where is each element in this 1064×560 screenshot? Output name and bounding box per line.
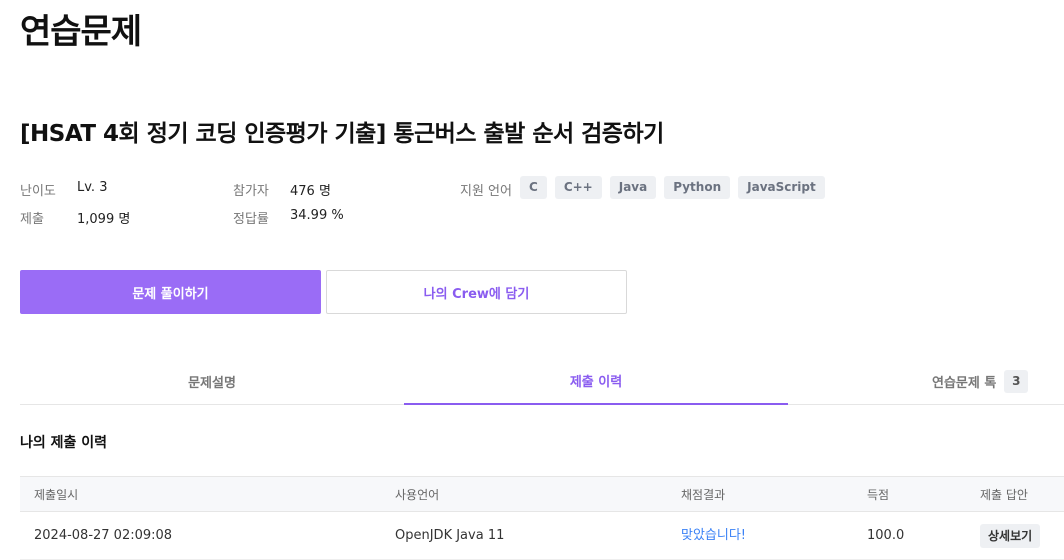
- column-header-answer: 제출 답안: [980, 488, 1028, 502]
- cell-language: OpenJDK Java 11: [395, 528, 505, 543]
- language-chip: Java: [609, 176, 657, 199]
- language-chip: JavaScript: [738, 176, 825, 199]
- tab-bar: 문제설명 제출 이력 연습문제 톡 3: [20, 358, 1064, 405]
- submission-history-table: 제출일시 사용언어 채점결과 득점 제출 답안 2024-08-27 02:09…: [20, 476, 1064, 560]
- language-chip: C: [520, 176, 547, 199]
- submissions-label: 제출: [20, 212, 44, 227]
- tab-label: 문제설명: [188, 376, 236, 391]
- language-chip: Python: [664, 176, 731, 199]
- problem-title: [HSAT 4회 정기 코딩 인증평가 기출] 통근버스 출발 순서 검증하기: [20, 121, 664, 147]
- column-header-score: 득점: [867, 488, 890, 502]
- cell-score: 100.0: [867, 528, 905, 543]
- tab-description[interactable]: 문제설명: [20, 358, 404, 405]
- tab-submission-history[interactable]: 제출 이력: [404, 358, 788, 405]
- accuracy-value: 34.99 %: [290, 208, 344, 223]
- column-header-submitted-at: 제출일시: [34, 488, 79, 502]
- cell-result-link[interactable]: 맞았습니다!: [681, 512, 746, 560]
- tab-label: 연습문제 톡: [932, 376, 997, 391]
- add-to-crew-button[interactable]: 나의 Crew에 담기: [326, 270, 627, 314]
- submissions-value: 1,099 명: [77, 212, 131, 227]
- language-chips: C C++ Java Python JavaScript: [520, 176, 825, 199]
- participants-value: 476 명: [290, 184, 331, 199]
- difficulty-label: 난이도: [20, 184, 56, 199]
- tab-practice-talk[interactable]: 연습문제 톡 3: [788, 358, 1064, 405]
- accuracy-label: 정답률: [233, 212, 269, 227]
- view-details-button[interactable]: 상세보기: [980, 524, 1041, 548]
- solve-problem-button[interactable]: 문제 풀이하기: [20, 270, 321, 314]
- table-row: 2024-08-27 02:09:08 OpenJDK Java 11 맞았습니…: [20, 512, 1064, 560]
- column-header-language: 사용언어: [395, 488, 440, 502]
- table-header: 제출일시 사용언어 채점결과 득점 제출 답안: [20, 476, 1064, 512]
- difficulty-value: Lv. 3: [77, 180, 108, 195]
- languages-label: 지원 언어: [460, 184, 512, 199]
- tab-label: 제출 이력: [569, 375, 623, 390]
- participants-label: 참가자: [233, 184, 269, 199]
- cell-submitted-at: 2024-08-27 02:09:08: [34, 528, 173, 543]
- language-chip: C++: [554, 176, 602, 199]
- talk-count-badge: 3: [1004, 370, 1029, 393]
- history-section-title: 나의 제출 이력: [20, 435, 108, 451]
- column-header-result: 채점결과: [681, 488, 726, 502]
- page-heading: 연습문제: [20, 12, 142, 52]
